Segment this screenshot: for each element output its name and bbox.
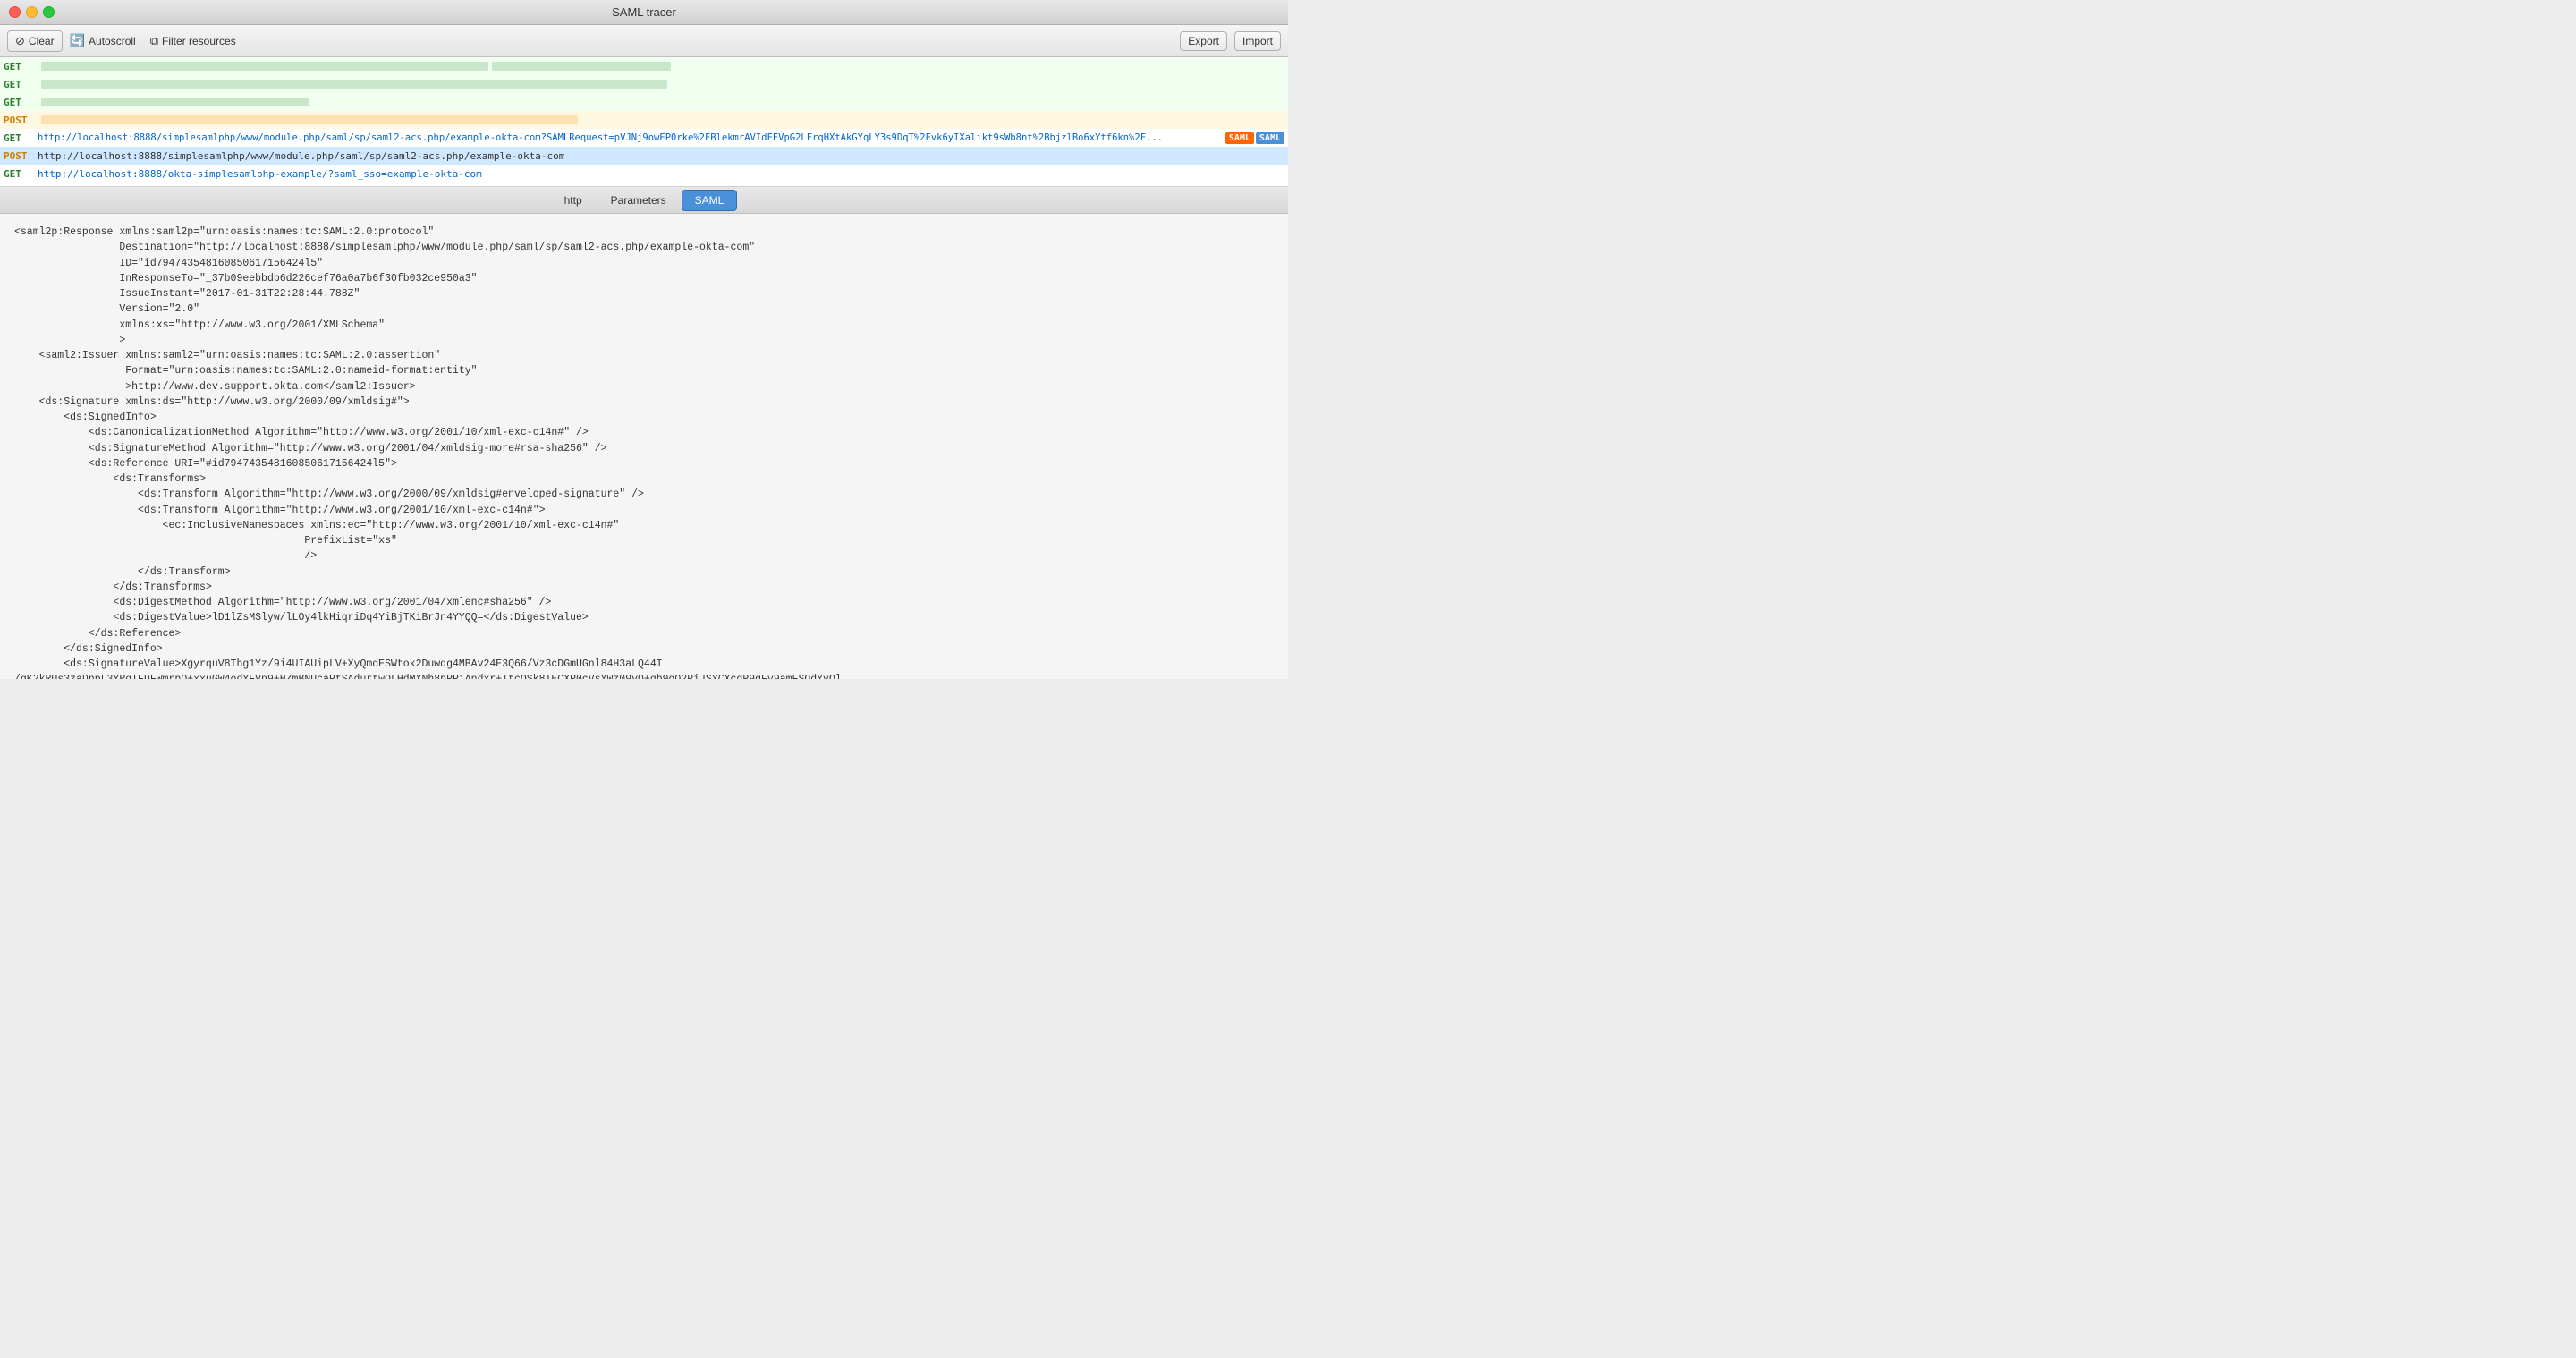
clear-label: Clear <box>29 35 55 47</box>
log-row[interactable]: GET <box>0 93 1288 111</box>
url-blurred <box>41 62 488 71</box>
url-label: http://localhost:8888/simplesamlphp/www/… <box>38 132 1222 143</box>
method-label: GET <box>4 97 38 108</box>
autoscroll-button[interactable]: 🔄 Autoscroll <box>70 33 136 48</box>
method-label: GET <box>4 79 38 90</box>
method-label: POST <box>4 115 38 126</box>
toolbar-right: Export Import <box>1180 31 1281 51</box>
saml-badge-blue: SAML <box>1256 132 1284 144</box>
url-label: http://localhost:8888/okta-simplesamlphp… <box>38 168 1284 180</box>
url-blurred <box>41 115 578 124</box>
clear-icon: ⊘ <box>15 34 25 48</box>
tab-parameters[interactable]: Parameters <box>597 190 680 211</box>
window-controls <box>9 6 55 18</box>
autoscroll-icon: 🔄 <box>70 33 85 48</box>
export-label: Export <box>1188 35 1219 47</box>
export-button[interactable]: Export <box>1180 31 1227 51</box>
import-label: Import <box>1242 35 1273 47</box>
toolbar: ⊘ Clear 🔄 Autoscroll ⧉ Filter resources … <box>0 25 1288 57</box>
import-button[interactable]: Import <box>1234 31 1281 51</box>
saml-content-area[interactable]: <saml2p:Response xmlns:saml2p="urn:oasis… <box>0 214 1288 679</box>
maximize-button[interactable] <box>43 6 55 18</box>
log-row[interactable]: GET <box>0 75 1288 93</box>
filter-label: Filter resources <box>162 35 236 47</box>
url-blurred <box>41 80 667 89</box>
clear-button[interactable]: ⊘ Clear <box>7 30 63 52</box>
close-button[interactable] <box>9 6 21 18</box>
tab-bar: http Parameters SAML <box>0 187 1288 214</box>
minimize-button[interactable] <box>26 6 38 18</box>
method-label: GET <box>4 132 38 144</box>
url-blurred <box>41 98 309 106</box>
tab-http[interactable]: http <box>551 190 596 211</box>
method-label: GET <box>4 61 38 72</box>
window-title: SAML tracer <box>612 5 676 19</box>
log-row-post-selected[interactable]: POST http://localhost:8888/simplesamlphp… <box>0 147 1288 165</box>
filter-resources-button[interactable]: ⧉ Filter resources <box>143 31 243 51</box>
saml-badge-orange: SAML <box>1225 132 1254 144</box>
log-row[interactable]: GET <box>0 57 1288 75</box>
log-row-saml-get[interactable]: GET http://localhost:8888/simplesamlphp/… <box>0 129 1288 147</box>
method-label: GET <box>4 168 38 180</box>
autoscroll-label: Autoscroll <box>89 35 136 47</box>
title-bar: SAML tracer <box>0 0 1288 25</box>
filter-icon: ⧉ <box>150 34 158 48</box>
url-label: http://localhost:8888/simplesamlphp/www/… <box>38 150 1284 162</box>
method-label: POST <box>4 150 38 162</box>
network-log: GET GET GET POST GET http://localhost:88… <box>0 57 1288 187</box>
log-row-get-normal[interactable]: GET http://localhost:8888/okta-simplesam… <box>0 165 1288 182</box>
url-blurred-2 <box>492 62 671 71</box>
tab-saml[interactable]: SAML <box>682 190 738 211</box>
log-row[interactable]: POST <box>0 111 1288 129</box>
